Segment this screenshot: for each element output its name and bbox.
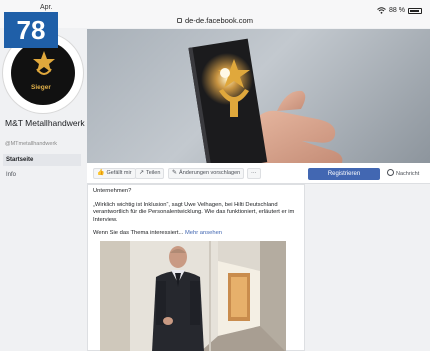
status-time: Apr. [40, 4, 53, 11]
profile-trophy-icon [33, 51, 55, 75]
register-button[interactable]: Registrieren [308, 168, 380, 180]
screen: Apr. de-de.facebook.com 88 % 78 Sieger M… [0, 0, 430, 351]
like-label: Gefällt mir [106, 170, 132, 176]
sidebar-item-info[interactable]: Info [3, 169, 81, 181]
page-title[interactable]: M&T Metallhandwerk [5, 118, 91, 128]
cover-trophy-image [188, 38, 343, 163]
see-more-link[interactable]: Mehr ansehen [185, 230, 222, 236]
wifi-icon [377, 7, 386, 14]
status-right: 88 % [377, 7, 422, 14]
status-bar: Apr. de-de.facebook.com 88 % [0, 0, 430, 28]
page-action-bar: 👍 Gefällt mir ↗ Teilen ✎ Änderungen vorschl… [87, 163, 430, 184]
page-handle[interactable]: @MTmetallhandwerk [5, 141, 57, 147]
battery-percent: 88 % [389, 7, 405, 14]
share-icon: ↗ [139, 170, 145, 176]
messenger-icon [387, 169, 394, 176]
lock-icon [177, 18, 183, 23]
url-text: de-de.facebook.com [185, 16, 253, 25]
share-button[interactable]: ↗ Teilen [135, 168, 165, 179]
battery-icon [408, 7, 422, 14]
thumbs-up-icon: 👍 [97, 170, 105, 176]
post-photo[interactable] [100, 241, 286, 351]
right-column [308, 184, 430, 351]
sidebar-item-startseite[interactable]: Startseite [3, 154, 81, 166]
more-options-button[interactable]: ··· [247, 168, 261, 179]
pencil-icon: ✎ [172, 170, 178, 176]
post-text-line: Unternehmen? [93, 188, 132, 194]
like-button[interactable]: 👍 Gefällt mir [93, 168, 136, 179]
post-photo-man-in-hallway [100, 241, 286, 351]
share-label: Teilen [146, 170, 161, 176]
issue-number-badge: 78 [4, 12, 58, 48]
profile-label: Sieger [31, 84, 51, 91]
post-teaser-text: Wenn Sie das Thema interessiert... [93, 230, 184, 236]
message-label: Nachricht [396, 171, 420, 177]
suggest-edits-label: Änderungen vorschlagen [179, 170, 241, 176]
cover-photo[interactable] [87, 29, 430, 163]
post-card: Unternehmen? „Wirklich wichtig ist Inklu… [87, 184, 305, 351]
message-button[interactable]: Nachricht [387, 168, 427, 180]
tablet-bezel: Apr. de-de.facebook.com 88 % 78 Sieger M… [0, 0, 430, 351]
address-bar[interactable]: de-de.facebook.com [0, 16, 430, 25]
post-text-quote: „Wirklich wichtig ist Inklusion“, sagt U… [93, 201, 295, 223]
post-text-teaser: Wenn Sie das Thema interessiert... Mehr … [88, 230, 304, 238]
suggest-edits-button[interactable]: ✎ Änderungen vorschlagen [168, 168, 245, 179]
